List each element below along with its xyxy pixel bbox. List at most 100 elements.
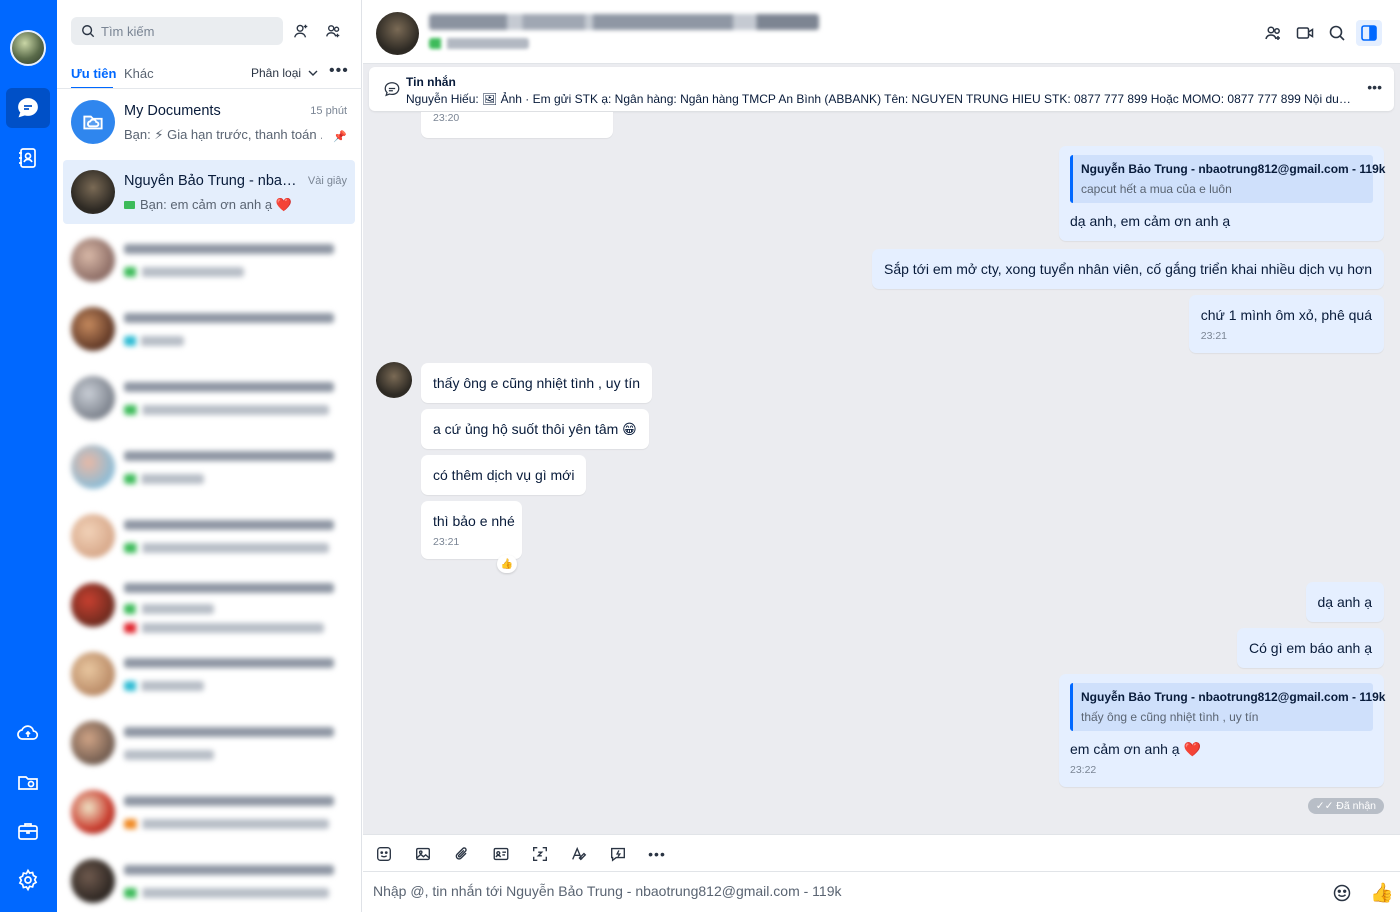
side-panel-icon — [1361, 25, 1377, 41]
chat-contact-name-blurred — [429, 14, 819, 30]
message-input[interactable] — [373, 883, 1273, 899]
toggle-info-panel-button[interactable] — [1356, 20, 1382, 46]
more-tools-icon[interactable]: ••• — [647, 844, 667, 864]
tab-other[interactable]: Khác — [124, 66, 154, 81]
quoted-message[interactable]: Nguyễn Bảo Trung - nbaotrung812@gmail.co… — [1070, 155, 1386, 203]
add-friend-button[interactable] — [287, 17, 315, 45]
search-box[interactable] — [71, 17, 283, 45]
blurred-preview — [124, 336, 184, 346]
composer-toolbar: ••• — [363, 834, 1400, 872]
message-bubble-outgoing[interactable]: Nguyễn Bảo Trung - nbaotrung812@gmail.co… — [1059, 146, 1386, 241]
conversation-item-blurred[interactable] — [63, 573, 355, 637]
settings-nav-button[interactable] — [6, 860, 50, 900]
search-icon — [1329, 25, 1345, 41]
message-text: chứ 1 mình ôm xỏ, phê quá — [1200, 307, 1372, 323]
conversation-item-blurred[interactable] — [63, 228, 355, 292]
quoted-sender: Nguyễn Bảo Trung - nbaotrung812@gmail.co… — [1081, 690, 1386, 704]
conversation-item-blurred[interactable] — [63, 435, 355, 499]
filter-dropdown[interactable]: Phân loại — [251, 66, 319, 80]
blurred-name — [124, 451, 334, 461]
tab-priority[interactable]: Ưu tiên — [71, 66, 116, 81]
attach-file-button[interactable] — [452, 844, 472, 864]
conversation-item-blurred[interactable] — [63, 297, 355, 361]
message-time: 23:22 — [1070, 764, 1097, 776]
files-nav-button[interactable] — [6, 762, 50, 802]
user-avatar[interactable] — [10, 30, 46, 66]
emoji-icon[interactable] — [1332, 883, 1352, 903]
message-bubble-outgoing[interactable]: Sắp tới em mở cty, xong tuyển nhân viên,… — [871, 249, 1384, 289]
conversation-item-blurred[interactable] — [63, 849, 355, 912]
message-list: 23:20 Nguyễn Bảo Trung - nbaotrung812@gm… — [363, 112, 1400, 834]
blurred-name — [124, 313, 334, 323]
search-input[interactable] — [101, 23, 281, 39]
chat-contact-avatar[interactable] — [376, 12, 419, 55]
conversation-item-blurred[interactable] — [63, 642, 355, 706]
quoted-sender: Nguyễn Bảo Trung - nbaotrung812@gmail.co… — [1081, 162, 1386, 176]
conversation-tabs: Ưu tiên Khác Phân loại ••• — [71, 60, 351, 89]
message-bubble-incoming[interactable]: có thêm dịch vụ gì mới — [421, 455, 587, 495]
message-bubble-incoming[interactable]: 23:20 — [421, 112, 613, 138]
send-contact-card-button[interactable] — [491, 844, 511, 864]
video-camera-icon — [1296, 27, 1314, 39]
quoted-message[interactable]: Nguyễn Bảo Trung - nbaotrung812@gmail.co… — [1070, 683, 1386, 731]
message-text: Có gì em báo anh ạ — [1249, 640, 1372, 656]
create-group-button[interactable] — [319, 17, 347, 45]
conversation-item-nguyen-bao-trung[interactable]: Nguyễn Bảo Trung - nbaotrung812@gmail.co… — [63, 160, 355, 224]
message-bubble-incoming[interactable]: a cứ ủng hộ suốt thôi yên tâm 😁 — [421, 409, 649, 449]
message-time: 23:20 — [433, 112, 460, 124]
conversation-item-blurred[interactable] — [63, 366, 355, 430]
tools-nav-button[interactable] — [6, 811, 50, 851]
blurred-preview — [124, 405, 329, 415]
send-like-button[interactable]: 👍 — [1370, 881, 1394, 905]
conversation-item-blurred[interactable] — [63, 504, 355, 568]
blurred-preview — [124, 888, 329, 898]
quick-message-button[interactable] — [608, 844, 628, 864]
conversation-name: My Documents — [124, 103, 221, 119]
pinned-message-bar[interactable]: Tin nhắn Nguyễn Hiếu: 🖼 Ảnh · Em gửi STK… — [369, 67, 1394, 111]
blurred-name — [124, 865, 334, 875]
conversation-item-blurred[interactable] — [63, 711, 355, 775]
conversation-item-my-documents[interactable]: My Documents 15 phút Bạn: ⚡ Gia hạn trướ… — [63, 90, 355, 154]
message-bubble-incoming[interactable]: thì bảo e nhé 23:21 — [421, 501, 522, 559]
blurred-preview — [124, 543, 329, 553]
contact-avatar — [71, 790, 115, 834]
add-to-group-button[interactable] — [1260, 20, 1286, 46]
contact-avatar — [71, 652, 115, 696]
video-call-button[interactable] — [1292, 20, 1318, 46]
contact-avatar — [71, 170, 115, 214]
contact-avatar — [71, 514, 115, 558]
blurred-preview — [124, 681, 204, 691]
message-bubble-outgoing[interactable]: Nguyễn Bảo Trung - nbaotrung812@gmail.co… — [1059, 674, 1386, 787]
contact-avatar — [71, 238, 115, 282]
cloud-nav-button[interactable] — [6, 713, 50, 753]
quoted-text: thấy ông e cũng nhiệt tình , uy tín — [1081, 710, 1259, 724]
message-bubble-outgoing[interactable]: chứ 1 mình ôm xỏ, phê quá 23:21 — [1188, 295, 1384, 353]
message-bubble-outgoing[interactable]: dạ anh ạ — [1305, 582, 1384, 622]
search-messages-button[interactable] — [1324, 20, 1350, 46]
contacts-nav-button[interactable] — [6, 138, 50, 178]
messages-nav-button[interactable] — [6, 88, 50, 128]
chat-header — [363, 0, 1400, 64]
text-format-button[interactable] — [569, 844, 589, 864]
thumbs-up-icon: 👍 — [500, 558, 514, 570]
pinned-more-icon[interactable]: ••• — [1367, 79, 1382, 95]
sender-avatar[interactable] — [376, 362, 412, 398]
send-image-button[interactable] — [413, 844, 433, 864]
screenshot-button[interactable] — [530, 844, 550, 864]
contact-avatar — [71, 376, 115, 420]
more-options-icon[interactable]: ••• — [329, 62, 349, 80]
message-bubble-incoming[interactable]: thấy ông e cũng nhiệt tình , uy tín — [421, 363, 653, 403]
contact-avatar — [71, 445, 115, 489]
message-bubble-outgoing[interactable]: Có gì em báo anh ạ — [1237, 628, 1384, 668]
sticker-button[interactable] — [374, 844, 394, 864]
message-time: 23:21 — [433, 536, 460, 548]
message-text: dạ anh, em cảm ơn anh ạ — [1070, 213, 1231, 229]
blurred-preview — [124, 750, 214, 760]
pin-icon: 📌 — [333, 131, 347, 143]
pinned-title: Tin nhắn — [406, 75, 456, 89]
conversation-item-blurred[interactable] — [63, 780, 355, 844]
contact-avatar — [71, 859, 115, 903]
quick-message-icon — [611, 847, 625, 862]
react-like-button[interactable]: 👍 — [497, 555, 517, 573]
search-icon — [82, 25, 95, 38]
